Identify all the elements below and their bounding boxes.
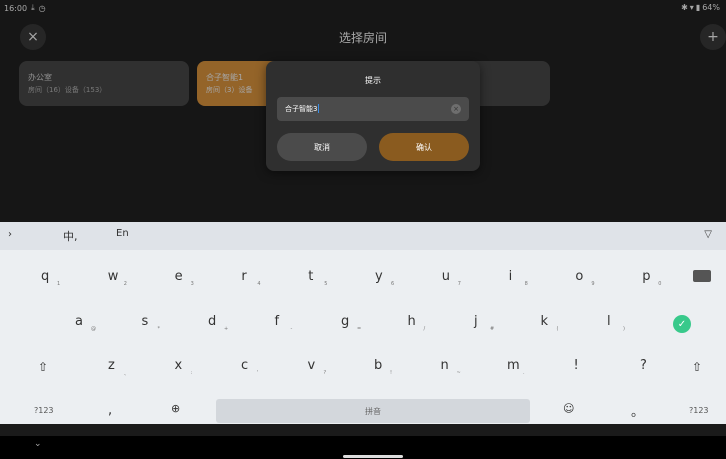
input-value: 合子智能3 — [285, 104, 320, 113]
key-p[interactable]: p0 — [642, 269, 661, 287]
key-secondary-label: 9 — [591, 281, 595, 287]
key-l[interactable]: l) — [607, 314, 625, 332]
cancel-button[interactable]: 取消 — [277, 133, 367, 161]
key-k[interactable]: k( — [541, 314, 559, 332]
emoji-icon[interactable]: ☺ — [563, 402, 574, 415]
key-secondary-label: 、 — [124, 371, 130, 377]
shift-right-key[interactable]: ⇧ — [692, 360, 702, 374]
comma-key[interactable]: , — [108, 403, 112, 418]
space-key[interactable]: 拼音 — [216, 399, 530, 423]
key-secondary-label: - — [290, 326, 293, 332]
key-secondary-label: @ — [91, 326, 96, 332]
key-b[interactable]: b! — [374, 358, 392, 376]
expand-icon[interactable]: › — [8, 229, 12, 240]
key-secondary-label: 8 — [524, 281, 528, 287]
key-![interactable]: ! — [574, 358, 579, 373]
key-?[interactable]: ? — [640, 358, 647, 373]
key-d[interactable]: d + — [208, 314, 228, 332]
key-t[interactable]: t5 — [308, 269, 327, 287]
key-z[interactable]: z、 — [108, 358, 129, 377]
key-f[interactable]: f- — [275, 314, 293, 332]
key-h[interactable]: h / — [408, 314, 426, 332]
num-key-right[interactable]: ?123 — [689, 406, 709, 415]
key-i[interactable]: i8 — [509, 269, 528, 287]
key-secondary-label: = — [357, 326, 362, 332]
key-secondary-label: # — [490, 326, 495, 332]
key-secondary-label: 1 — [57, 281, 61, 287]
key-secondary-label: / — [423, 326, 426, 332]
key-secondary-label: : — [190, 370, 193, 376]
hide-keyboard-icon[interactable]: ▽ — [704, 229, 712, 240]
key-r[interactable]: r4 — [241, 269, 260, 287]
key-secondary-label: 6 — [391, 281, 395, 287]
key-u[interactable]: u7 — [442, 269, 461, 287]
period-key[interactable]: 。 — [631, 401, 644, 420]
backspace-key[interactable] — [693, 270, 711, 282]
rename-dialog: 提示 合子智能3 × 取消 确认 — [266, 61, 480, 171]
key-secondary-label: * — [157, 326, 161, 332]
key-secondary-label: ) — [623, 326, 625, 332]
lang-english[interactable]: En — [116, 228, 129, 239]
key-g[interactable]: g = — [341, 314, 361, 332]
key-secondary-label: ! — [390, 370, 393, 376]
shift-left-key[interactable]: ⇧ — [38, 360, 48, 374]
keyboard: q1w2e3r4t5y6u7i8o9p0 a @ s * d + f - g = h / j # k(l) … — [0, 250, 726, 424]
key-secondary-label: ( — [556, 326, 559, 332]
num-key-left[interactable]: ?123 — [34, 406, 54, 415]
key-w[interactable]: w2 — [108, 269, 127, 287]
key-e[interactable]: e3 — [175, 269, 194, 287]
key-q[interactable]: q1 — [41, 269, 60, 287]
key-m[interactable]: m. — [507, 358, 525, 376]
clear-input-icon[interactable]: × — [451, 104, 461, 114]
room-select-screen: 16:00 ⤓ ◷ ✱ ▾ ▮ 64% × 选择房间 + 办公室 房间（16）设… — [0, 0, 726, 222]
key-secondary-label: . — [523, 370, 525, 376]
keyboard-toolbar: › 中, En ▽ — [0, 222, 726, 250]
key-x[interactable]: x: — [175, 358, 193, 376]
key-y[interactable]: y6 — [375, 269, 394, 287]
lang-chinese[interactable]: 中, — [63, 228, 78, 244]
key-c[interactable]: c ' — [241, 358, 258, 376]
key-secondary-label: ? — [323, 370, 327, 376]
home-handle[interactable] — [343, 455, 403, 458]
confirm-button[interactable]: 确认 — [379, 133, 469, 161]
key-secondary-label: 3 — [190, 281, 194, 287]
key-secondary-label: ' — [257, 370, 259, 376]
globe-icon[interactable]: ⊕ — [171, 402, 180, 415]
key-o[interactable]: o9 — [575, 269, 594, 287]
key-secondary-label: 0 — [658, 281, 662, 287]
system-nav-bar: ⌄ — [0, 436, 726, 459]
nav-down-icon[interactable]: ⌄ — [34, 439, 42, 449]
key-j[interactable]: j # — [474, 314, 494, 332]
key-secondary-label: ~ — [456, 370, 461, 376]
key-secondary-label: 5 — [324, 281, 328, 287]
key-a[interactable]: a @ — [75, 314, 96, 332]
key-secondary-label: + — [224, 326, 229, 332]
key-n[interactable]: n ~ — [441, 358, 461, 376]
key-secondary-label: 2 — [123, 281, 127, 287]
key-s[interactable]: s * — [142, 314, 161, 332]
key-v[interactable]: v? — [308, 358, 327, 376]
dialog-title: 提示 — [365, 76, 381, 85]
room-name-input[interactable]: 合子智能3 × — [277, 97, 469, 121]
key-secondary-label: 7 — [457, 281, 461, 287]
key-secondary-label: 4 — [257, 281, 261, 287]
done-key[interactable]: ✓ — [673, 315, 691, 333]
